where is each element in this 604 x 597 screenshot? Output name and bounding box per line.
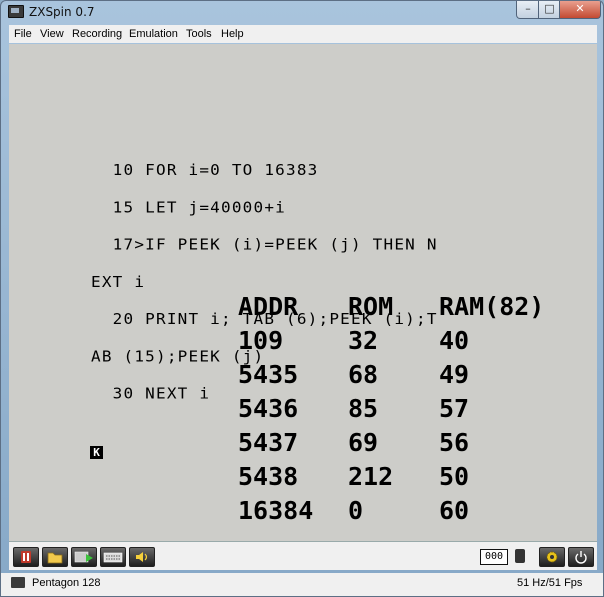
emulator-toolbar: 000 (9, 542, 597, 570)
basic-line: 15 LET j=40000+i (91, 198, 286, 216)
keyboard-button[interactable] (100, 547, 126, 567)
tape-indicator (515, 549, 525, 563)
pause-button[interactable] (13, 547, 39, 567)
table-cell: 0 (348, 496, 364, 525)
table-cell: 68 (348, 360, 379, 389)
menu-tools[interactable]: Tools (186, 28, 212, 40)
power-button[interactable] (568, 547, 594, 567)
app-icon (8, 5, 24, 18)
frame-rate: 51 Hz/51 Fps (517, 577, 583, 589)
window-title: ZXSpin 0.7 (29, 5, 95, 19)
table-header-rom: ROM (348, 292, 394, 321)
table-cell: 32 (348, 326, 379, 355)
k-mode-cursor: K (90, 446, 103, 459)
basic-line: EXT i (91, 272, 146, 291)
table-cell: 57 (439, 394, 470, 423)
settings-gear-icon (546, 551, 558, 563)
sound-icon (136, 552, 148, 562)
pause-icon (21, 551, 31, 563)
tape-counter: 000 (480, 549, 508, 565)
open-file-button[interactable] (42, 547, 68, 567)
table-cell: 5435 (238, 360, 299, 389)
app-window: ZXSpin 0.7 – □ ✕ File View Recording Emu… (0, 0, 604, 597)
settings-button[interactable] (539, 547, 565, 567)
machine-model: Pentagon 128 (32, 577, 101, 589)
play-tape-icon (74, 551, 93, 563)
table-cell: 50 (439, 462, 470, 491)
maximize-button[interactable]: □ (538, 1, 561, 19)
table-cell: 5437 (238, 428, 299, 457)
keyboard-icon (103, 552, 123, 563)
menu-view[interactable]: View (40, 28, 64, 40)
status-bar: Pentagon 128 51 Hz/51 Fps (1, 573, 603, 596)
table-cell: 5436 (238, 394, 299, 423)
table-cell: 85 (348, 394, 379, 423)
table-cell: 109 (238, 326, 284, 355)
table-cell: 56 (439, 428, 470, 457)
table-cell: 69 (348, 428, 379, 457)
emulator-screen[interactable]: 10 FOR i=0 TO 16383 15 LET j=40000+i 17>… (9, 44, 597, 542)
table-cell: 49 (439, 360, 470, 389)
menu-recording[interactable]: Recording (72, 28, 122, 40)
tape-play-button[interactable] (71, 547, 97, 567)
close-button[interactable]: ✕ (559, 1, 601, 19)
title-bar: ZXSpin 0.7 – □ ✕ (1, 1, 603, 23)
menu-help[interactable]: Help (221, 28, 244, 40)
table-cell: 60 (439, 496, 470, 525)
open-folder-icon (47, 552, 63, 564)
menu-file[interactable]: File (14, 28, 32, 40)
table-cell: 16384 (238, 496, 314, 525)
sound-button[interactable] (129, 547, 155, 567)
menu-bar: File View Recording Emulation Tools Help (9, 25, 597, 43)
table-cell: 5438 (238, 462, 299, 491)
power-icon (575, 551, 587, 564)
table-cell: 40 (439, 326, 470, 355)
basic-line: 10 FOR i=0 TO 16383 (91, 161, 319, 179)
machine-icon (11, 577, 25, 588)
table-cell: 212 (348, 462, 394, 491)
basic-line: 17>IF PEEK (i)=PEEK (j) THEN N (91, 235, 438, 254)
menu-emulation[interactable]: Emulation (129, 28, 178, 40)
minimize-button[interactable]: – (516, 1, 540, 19)
table-header-addr: ADDR (238, 292, 299, 321)
table-header-ram: RAM(82) (439, 292, 545, 321)
